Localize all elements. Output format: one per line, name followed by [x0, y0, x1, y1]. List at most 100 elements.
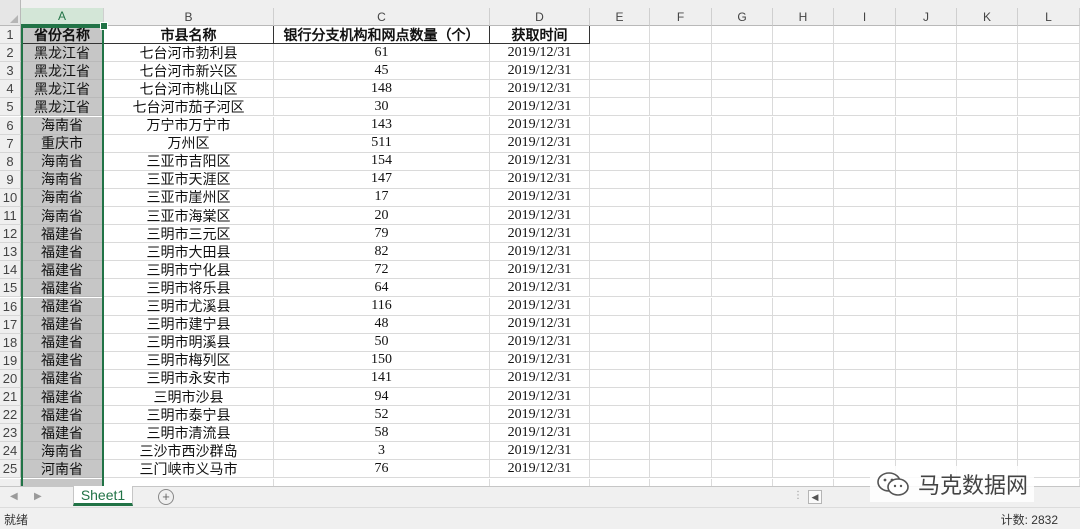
table-cell[interactable]: 148	[274, 80, 490, 99]
table-cell[interactable]	[957, 44, 1018, 63]
column-header[interactable]: E	[590, 8, 650, 26]
table-cell[interactable]: 重庆市	[21, 134, 104, 153]
table-cell[interactable]: 511	[274, 134, 490, 153]
table-cell[interactable]	[834, 62, 896, 81]
table-cell[interactable]: 七台河市桃山区	[104, 80, 274, 99]
table-cell[interactable]	[773, 116, 834, 135]
row-header[interactable]: 10	[0, 188, 21, 207]
table-cell[interactable]	[650, 98, 712, 117]
table-cell[interactable]	[650, 442, 712, 461]
table-cell[interactable]	[773, 478, 834, 486]
table-cell[interactable]	[896, 315, 957, 334]
table-cell[interactable]	[773, 44, 834, 63]
table-cell[interactable]	[712, 406, 773, 425]
header-cell[interactable]: 获取时间	[490, 26, 590, 45]
table-cell[interactable]: 64	[274, 279, 490, 298]
table-cell[interactable]	[834, 170, 896, 189]
table-cell[interactable]: 76	[274, 460, 490, 479]
table-cell[interactable]: 2019/12/31	[490, 188, 590, 207]
table-cell[interactable]	[590, 98, 650, 117]
table-cell[interactable]	[104, 478, 274, 486]
table-cell[interactable]	[957, 243, 1018, 262]
table-cell[interactable]	[590, 225, 650, 244]
table-cell[interactable]	[1018, 116, 1080, 135]
table-cell[interactable]: 海南省	[21, 442, 104, 461]
table-cell[interactable]: 黑龙江省	[21, 80, 104, 99]
table-cell[interactable]	[834, 333, 896, 352]
table-cell[interactable]: 三亚市吉阳区	[104, 152, 274, 171]
table-cell[interactable]: 2019/12/31	[490, 369, 590, 388]
table-cell[interactable]: 147	[274, 170, 490, 189]
table-cell[interactable]	[1018, 424, 1080, 443]
table-cell[interactable]	[712, 116, 773, 135]
table-cell[interactable]: 海南省	[21, 116, 104, 135]
column-header[interactable]: B	[104, 8, 274, 26]
table-cell[interactable]	[590, 44, 650, 63]
table-cell[interactable]	[957, 98, 1018, 117]
table-cell[interactable]	[712, 207, 773, 226]
header-cell[interactable]: 银行分支机构和网点数量（个）	[274, 26, 490, 45]
table-cell[interactable]	[896, 388, 957, 407]
table-cell[interactable]	[712, 134, 773, 153]
table-cell[interactable]	[957, 424, 1018, 443]
table-cell[interactable]	[957, 315, 1018, 334]
table-cell[interactable]	[712, 170, 773, 189]
table-cell[interactable]: 45	[274, 62, 490, 81]
header-cell[interactable]	[712, 26, 773, 45]
table-cell[interactable]: 福建省	[21, 315, 104, 334]
table-cell[interactable]	[896, 333, 957, 352]
table-cell[interactable]: 福建省	[21, 225, 104, 244]
table-cell[interactable]: 三亚市天涯区	[104, 170, 274, 189]
table-cell[interactable]	[590, 80, 650, 99]
table-cell[interactable]: 福建省	[21, 279, 104, 298]
row-header[interactable]: 14	[0, 261, 21, 280]
select-all-corner[interactable]	[0, 0, 21, 26]
next-sheet-icon[interactable]: ▶	[34, 491, 42, 502]
table-cell[interactable]: 2019/12/31	[490, 44, 590, 63]
row-header[interactable]	[0, 478, 21, 486]
table-cell[interactable]	[650, 188, 712, 207]
header-cell[interactable]	[1018, 26, 1080, 45]
table-cell[interactable]	[712, 80, 773, 99]
table-cell[interactable]: 海南省	[21, 207, 104, 226]
table-cell[interactable]	[1018, 442, 1080, 461]
table-cell[interactable]: 2019/12/31	[490, 279, 590, 298]
table-cell[interactable]: 2019/12/31	[490, 152, 590, 171]
table-cell[interactable]	[896, 134, 957, 153]
table-cell[interactable]	[834, 116, 896, 135]
table-cell[interactable]: 黑龙江省	[21, 44, 104, 63]
table-cell[interactable]: 2019/12/31	[490, 207, 590, 226]
table-cell[interactable]	[834, 442, 896, 461]
table-cell[interactable]	[712, 243, 773, 262]
table-cell[interactable]	[896, 297, 957, 316]
table-cell[interactable]: 福建省	[21, 243, 104, 262]
table-cell[interactable]: 2019/12/31	[490, 442, 590, 461]
column-header[interactable]: J	[896, 8, 957, 26]
table-cell[interactable]	[834, 388, 896, 407]
prev-sheet-icon[interactable]: ◀	[10, 491, 18, 502]
table-cell[interactable]: 三明市宁化县	[104, 261, 274, 280]
table-cell[interactable]	[896, 44, 957, 63]
table-cell[interactable]	[650, 134, 712, 153]
table-cell[interactable]	[896, 225, 957, 244]
table-cell[interactable]	[712, 98, 773, 117]
table-cell[interactable]	[1018, 207, 1080, 226]
table-cell[interactable]	[834, 44, 896, 63]
row-header[interactable]: 16	[0, 297, 21, 316]
table-cell[interactable]	[590, 170, 650, 189]
table-cell[interactable]	[650, 243, 712, 262]
table-cell[interactable]	[773, 442, 834, 461]
table-cell[interactable]	[650, 207, 712, 226]
table-cell[interactable]: 79	[274, 225, 490, 244]
table-cell[interactable]: 20	[274, 207, 490, 226]
table-cell[interactable]	[590, 478, 650, 486]
table-cell[interactable]	[650, 261, 712, 280]
table-cell[interactable]	[773, 225, 834, 244]
table-cell[interactable]	[712, 460, 773, 479]
table-cell[interactable]	[1018, 80, 1080, 99]
table-cell[interactable]	[1018, 406, 1080, 425]
row-header[interactable]: 7	[0, 134, 21, 153]
header-cell[interactable]	[834, 26, 896, 45]
row-header[interactable]: 11	[0, 207, 21, 226]
table-cell[interactable]: 141	[274, 369, 490, 388]
